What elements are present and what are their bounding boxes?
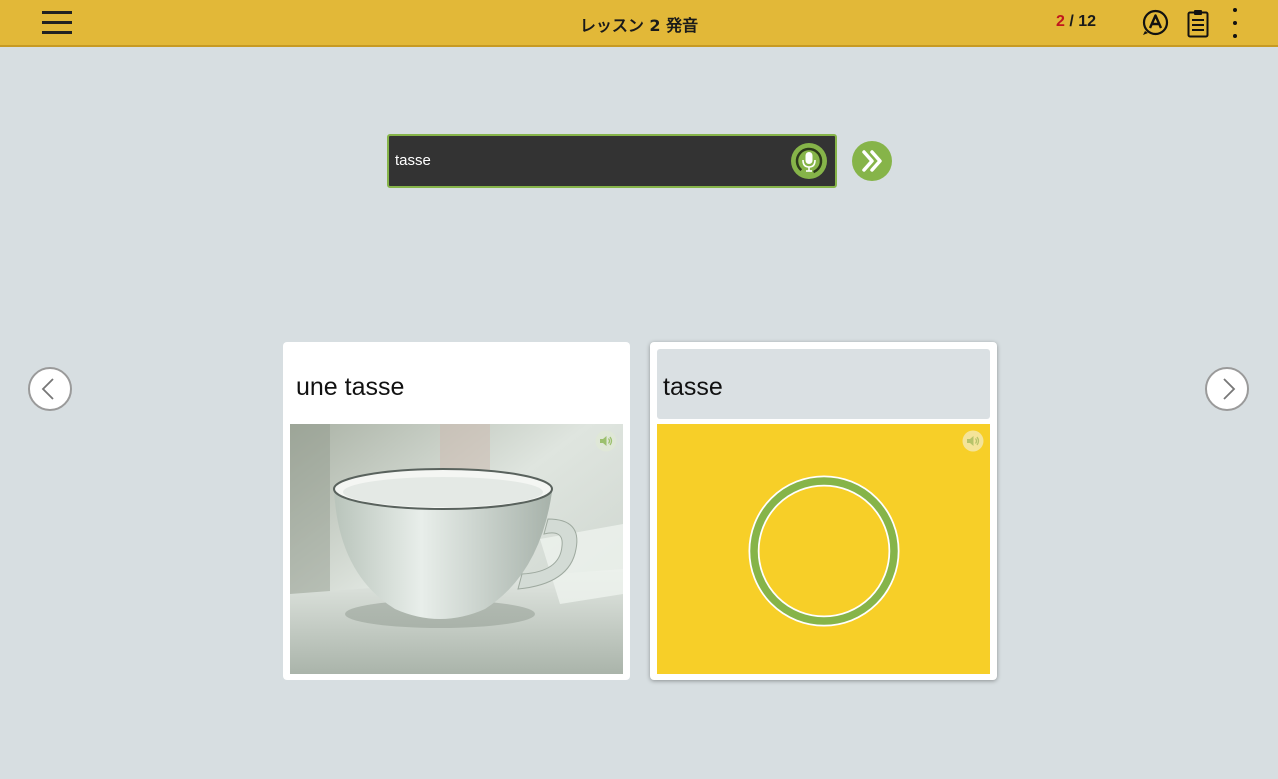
speaker-icon[interactable] [962, 430, 984, 452]
more-icon[interactable] [1226, 6, 1244, 42]
flashcard-une-tasse[interactable]: une tasse [283, 342, 630, 680]
card-label-area: tasse [657, 349, 990, 419]
answer-icon[interactable] [1142, 9, 1169, 36]
pronunciation-input-value[interactable]: tasse [395, 152, 431, 169]
notes-icon[interactable] [1186, 8, 1210, 38]
progress-current: 2 [1056, 13, 1065, 30]
chevron-left-icon[interactable] [28, 367, 72, 411]
recording-ring [657, 424, 990, 674]
progress-counter: 2 / 12 [1056, 13, 1096, 31]
card-label: une tasse [296, 373, 405, 401]
double-chevron-right-icon[interactable] [852, 141, 892, 181]
speaker-icon[interactable] [595, 430, 617, 452]
card-label: tasse [663, 373, 723, 401]
chevron-right-icon[interactable] [1205, 367, 1249, 411]
microphone-icon[interactable] [791, 143, 827, 179]
pronunciation-field[interactable]: tasse [387, 134, 837, 188]
progress-total: 12 [1078, 13, 1097, 30]
flashcard-tasse[interactable]: tasse [650, 342, 997, 680]
top-bar: レッスン 2 発音 2 / 12 [0, 0, 1278, 47]
card-label-area: une tasse [290, 349, 623, 419]
progress-separator: / [1064, 13, 1079, 30]
teacup-photo [290, 424, 623, 674]
